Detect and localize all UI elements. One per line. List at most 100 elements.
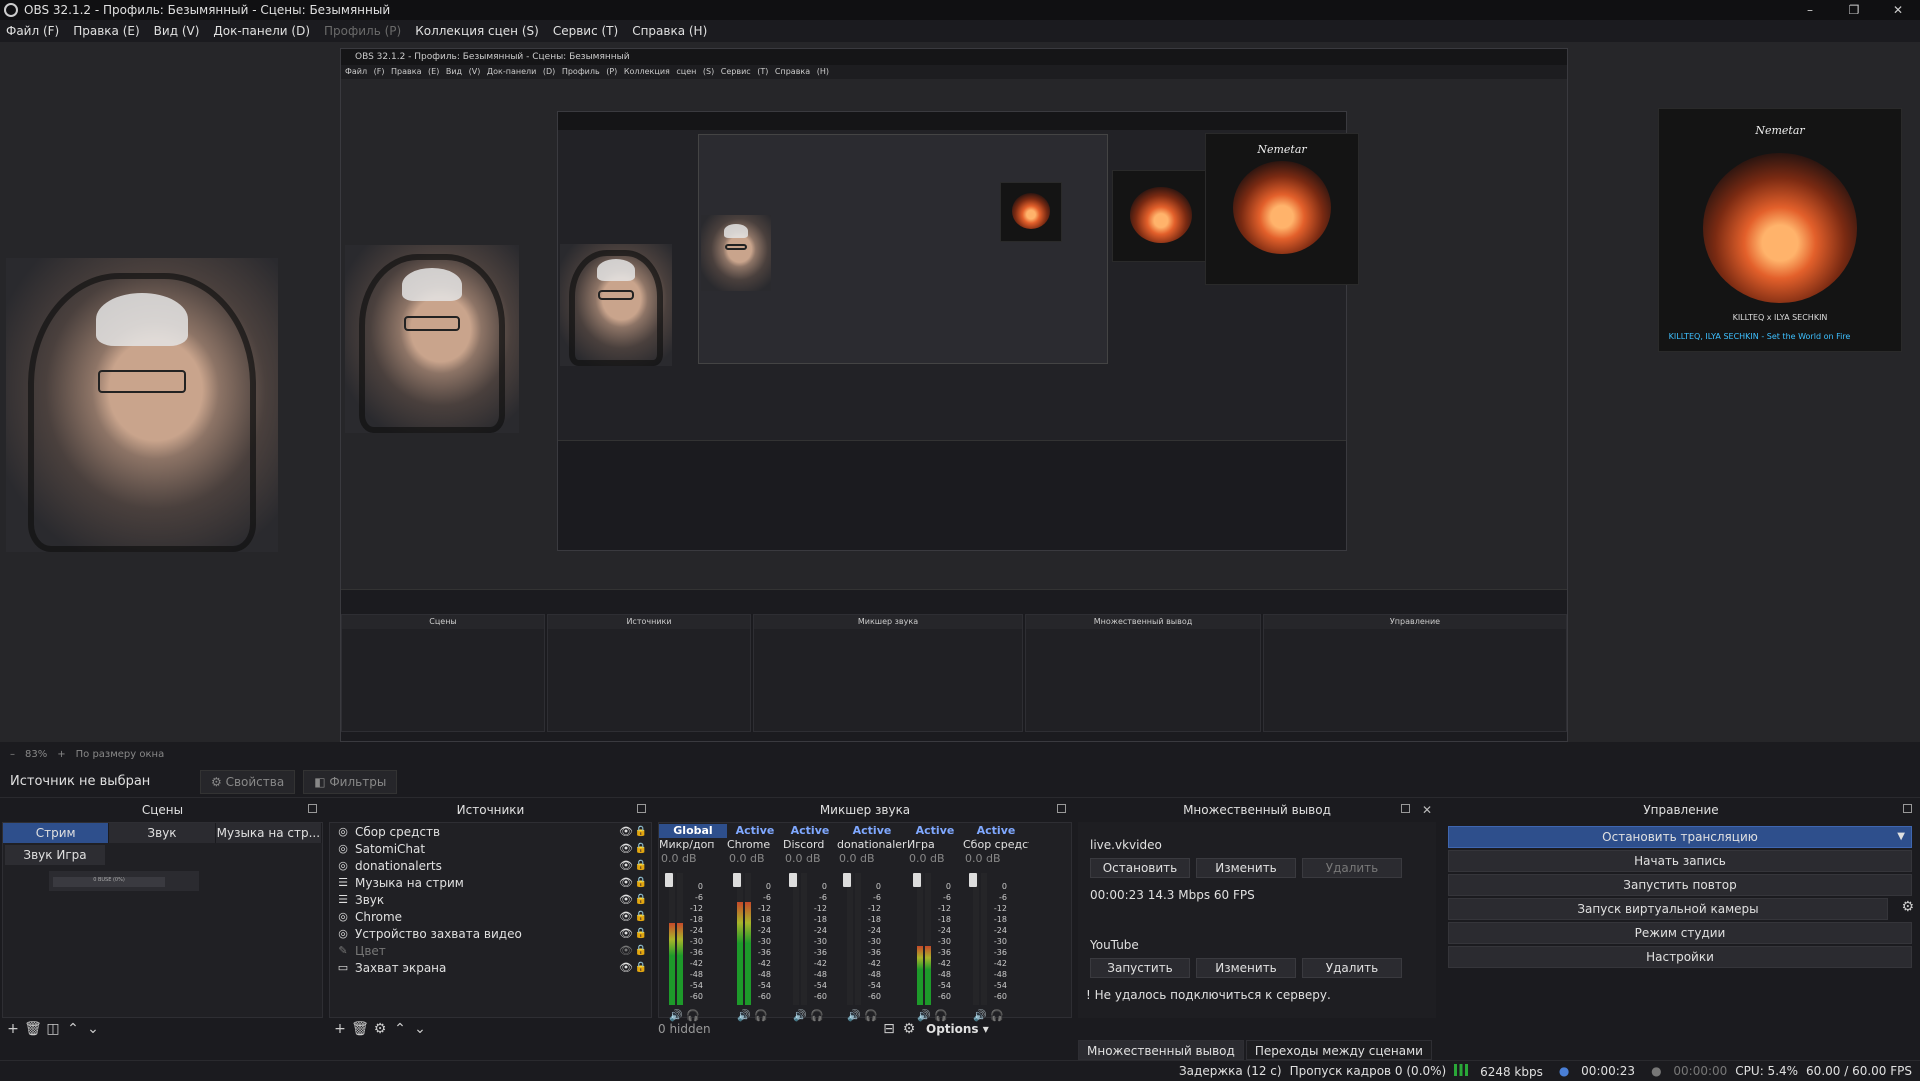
visibility-eye-icon[interactable]: 👁 (619, 842, 633, 855)
source-item[interactable]: ✎ Цвет 👁 🔒 (330, 942, 651, 959)
start-recording-button[interactable]: Начать запись (1448, 850, 1912, 872)
scene-tab-stream[interactable]: Стрим (3, 823, 110, 843)
mixer-header[interactable]: Global (659, 824, 727, 838)
channel-name[interactable]: Микр/доп (659, 838, 727, 852)
menu-view[interactable]: Вид (V) (154, 24, 200, 38)
maximize-icon[interactable]: ❐ (1832, 0, 1876, 20)
channel-name[interactable]: Discord (783, 838, 837, 852)
menu-docks[interactable]: Док-панели (D) (213, 24, 310, 38)
visibility-eye-icon[interactable]: 👁 (619, 910, 633, 923)
close-icon[interactable]: ✕ (1422, 800, 1432, 820)
lock-icon[interactable]: 🔒 (635, 928, 647, 939)
mixer-header[interactable]: Active (907, 824, 963, 838)
mixer-header[interactable]: Active (727, 824, 783, 838)
mixer-header[interactable]: Active (783, 824, 837, 838)
source-item[interactable]: ☰ Звук 👁 🔒 (330, 891, 651, 908)
visibility-eye-icon[interactable]: 👁 (619, 944, 633, 957)
visibility-eye-icon[interactable]: 👁 (619, 859, 633, 872)
filters-button[interactable]: ◧ Фильтры (303, 769, 398, 794)
layout-icon[interactable]: ⊟ (880, 1020, 898, 1038)
trash-icon[interactable]: 🗑 (24, 1020, 42, 1038)
mixer-gear-icon[interactable]: ⚙ (900, 1020, 918, 1038)
scale-tick: -24 (937, 926, 951, 935)
virtual-camera-gear-icon[interactable]: ⚙ (1901, 899, 1914, 915)
menu-help[interactable]: Справка (H) (632, 24, 707, 38)
settings-button[interactable]: Настройки (1448, 946, 1912, 968)
minimize-icon[interactable]: – (1788, 0, 1832, 20)
volume-fader[interactable] (843, 873, 851, 887)
move-up-icon[interactable]: ⌃ (391, 1020, 409, 1038)
zoom-out-button[interactable]: – (10, 749, 15, 760)
volume-fader[interactable] (789, 873, 797, 887)
undock-icon[interactable] (1401, 804, 1410, 813)
scene-item[interactable]: Звук Игра (5, 845, 105, 865)
source-item[interactable]: ☰ Музыка на стрим 👁 🔒 (330, 874, 651, 891)
mixer-header[interactable]: Active (837, 824, 907, 838)
channel-name[interactable]: donationalerts (837, 838, 907, 852)
visibility-eye-icon[interactable]: 👁 (619, 927, 633, 940)
lock-icon[interactable]: 🔒 (635, 860, 647, 871)
source-item[interactable]: ▭ Захват экрана 👁 🔒 (330, 959, 651, 976)
menu-tools[interactable]: Сервис (T) (553, 24, 618, 38)
add-icon[interactable]: + (4, 1020, 22, 1038)
undock-icon[interactable] (308, 804, 317, 813)
trash-icon[interactable]: 🗑 (351, 1020, 369, 1038)
channel-name[interactable]: Игра (907, 838, 963, 852)
channel-name[interactable]: Chrome (727, 838, 783, 852)
studio-mode-button[interactable]: Режим студии (1448, 922, 1912, 944)
visibility-eye-icon[interactable]: 👁 (619, 893, 633, 906)
source-item[interactable]: ◎ Chrome 👁 🔒 (330, 908, 651, 925)
move-up-icon[interactable]: ⌃ (64, 1020, 82, 1038)
lock-icon[interactable]: 🔒 (635, 843, 647, 854)
tab-multi-output[interactable]: Множественный вывод (1078, 1040, 1244, 1060)
options-button[interactable]: Options ▾ (926, 1022, 989, 1036)
start-target-button[interactable]: Запустить (1090, 958, 1190, 978)
volume-fader[interactable] (665, 873, 673, 887)
volume-fader[interactable] (969, 873, 977, 887)
tab-scene-transitions[interactable]: Переходы между сценами (1245, 1040, 1432, 1060)
source-item[interactable]: ◎ Сбор средств 👁 🔒 (330, 823, 651, 840)
zoom-fit-select[interactable]: По размеру окна (76, 749, 165, 760)
volume-fader[interactable] (733, 873, 741, 887)
scene-filter-icon[interactable]: ◫ (44, 1020, 62, 1038)
undock-icon[interactable] (1903, 804, 1912, 813)
mixer-header[interactable]: Active (963, 824, 1029, 838)
menu-edit[interactable]: Правка (E) (73, 24, 139, 38)
lock-icon[interactable]: 🔒 (635, 877, 647, 888)
delete-target-button[interactable]: Удалить (1302, 958, 1402, 978)
edit-target-button[interactable]: Изменить (1196, 858, 1296, 878)
undock-icon[interactable] (1057, 804, 1066, 813)
gear-icon[interactable]: ⚙ (371, 1020, 389, 1038)
move-down-icon[interactable]: ⌄ (84, 1020, 102, 1038)
edit-target-button[interactable]: Изменить (1196, 958, 1296, 978)
visibility-eye-icon[interactable]: 👁 (619, 876, 633, 889)
zoom-in-button[interactable]: + (57, 749, 65, 760)
lock-icon[interactable]: 🔒 (635, 894, 647, 905)
close-icon[interactable]: ✕ (1876, 0, 1920, 20)
lock-icon[interactable]: 🔒 (635, 826, 647, 837)
undock-icon[interactable] (637, 804, 646, 813)
move-down-icon[interactable]: ⌄ (411, 1020, 429, 1038)
scene-tab-music[interactable]: Музыка на стр... (215, 823, 322, 843)
properties-button[interactable]: ⚙ Свойства (200, 769, 296, 794)
lock-icon[interactable]: 🔒 (635, 962, 647, 973)
volume-fader[interactable] (913, 873, 921, 887)
lock-icon[interactable]: 🔒 (635, 911, 647, 922)
menu-scene-collection[interactable]: Коллекция сцен (S) (415, 24, 539, 38)
stop-stream-button[interactable]: Остановить трансляцию ▼ (1448, 826, 1912, 848)
start-virtual-camera-button[interactable]: Запуск виртуальной камеры (1448, 898, 1888, 920)
visibility-eye-icon[interactable]: 👁 (619, 961, 633, 974)
start-replay-button[interactable]: Запустить повтор (1448, 874, 1912, 896)
menu-file[interactable]: Файл (F) (6, 24, 59, 38)
scene-tab-sound[interactable]: Звук (109, 823, 216, 843)
source-item[interactable]: ◎ SatomiChat 👁 🔒 (330, 840, 651, 857)
stop-target-button[interactable]: Остановить (1090, 858, 1190, 878)
channel-name[interactable]: Сбор средств (963, 838, 1029, 852)
preview-canvas[interactable]: OBS 32.1.2 - Профиль: Безымянный - Сцены… (0, 42, 1920, 742)
source-item[interactable]: ◎ donationalerts 👁 🔒 (330, 857, 651, 874)
source-item[interactable]: ◎ Устройство захвата видео 👁 🔒 (330, 925, 651, 942)
lock-icon[interactable]: 🔒 (635, 945, 647, 956)
add-icon[interactable]: + (331, 1020, 349, 1038)
chevron-down-icon[interactable]: ▼ (1897, 827, 1905, 847)
visibility-eye-icon[interactable]: 👁 (619, 825, 633, 838)
